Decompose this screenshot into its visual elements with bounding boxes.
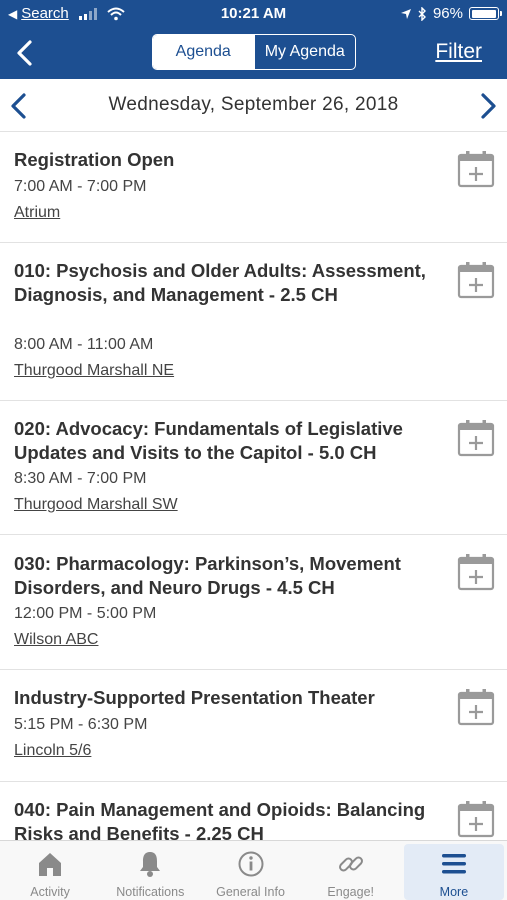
tab-label: Activity xyxy=(30,885,70,899)
session-time: 12:00 PM - 5:00 PM xyxy=(14,605,157,622)
session-item[interactable]: 030: Pharmacology: Parkinson’s, Movement… xyxy=(0,535,507,670)
session-room-link[interactable]: Atrium xyxy=(14,204,60,222)
session-title: 030: Pharmacology: Parkinson’s, Movement… xyxy=(14,553,401,598)
next-day-chevron-icon[interactable] xyxy=(477,92,499,120)
status-bar: ◀ Search 10:21 AM 96% xyxy=(0,0,507,28)
tab-label: Engage! xyxy=(327,885,374,899)
session-title: Registration Open xyxy=(14,149,175,170)
agenda-segmented-control: Agenda My Agenda xyxy=(152,34,356,70)
session-room-link[interactable]: Thurgood Marshall SW xyxy=(14,496,178,514)
session-time: 8:00 AM - 11:00 AM xyxy=(14,336,154,353)
tab-bar: Activity Notifications General Info Enga… xyxy=(0,840,507,900)
session-title: 010: Psychosis and Older Adults: Assessm… xyxy=(14,260,426,305)
session-item[interactable]: 040: Pain Management and Opioids: Balanc… xyxy=(0,782,507,840)
segment-agenda[interactable]: Agenda xyxy=(153,35,254,69)
tab-label: More xyxy=(439,885,469,899)
session-time: 5:15 PM - 6:30 PM xyxy=(14,716,148,733)
battery-icon xyxy=(469,7,502,20)
bluetooth-icon xyxy=(418,6,426,21)
tab-notifications[interactable]: Notifications xyxy=(100,841,200,900)
session-title: 020: Advocacy: Fundamentals of Legislati… xyxy=(14,418,403,463)
link-icon xyxy=(338,856,363,872)
menu-icon xyxy=(441,854,466,874)
bell-icon xyxy=(140,852,161,877)
current-date-label: Wednesday, September 26, 2018 xyxy=(108,94,399,115)
segment-my-agenda[interactable]: My Agenda xyxy=(253,35,356,69)
back-chevron-icon[interactable] xyxy=(12,38,40,68)
tab-more[interactable]: More xyxy=(403,844,505,900)
add-to-calendar-icon[interactable] xyxy=(457,261,495,299)
tab-activity[interactable]: Activity xyxy=(0,841,100,900)
add-to-calendar-icon[interactable] xyxy=(457,688,495,726)
session-list: Registration Open 7:00 AM - 7:00 PM Atri… xyxy=(0,132,507,840)
session-room-link[interactable]: Lincoln 5/6 xyxy=(14,742,91,760)
add-to-calendar-icon[interactable] xyxy=(457,419,495,457)
add-to-calendar-icon[interactable] xyxy=(457,150,495,188)
battery-percent: 96% xyxy=(432,5,463,22)
session-title: 040: Pain Management and Opioids: Balanc… xyxy=(14,799,426,840)
session-item[interactable]: 020: Advocacy: Fundamentals of Legislati… xyxy=(0,401,507,535)
filter-button[interactable]: Filter xyxy=(435,40,482,64)
home-icon xyxy=(39,853,62,876)
session-title: Industry-Supported Presentation Theater xyxy=(14,687,375,708)
tab-engage[interactable]: Engage! xyxy=(301,841,401,900)
tab-general-info[interactable]: General Info xyxy=(200,841,300,900)
session-item[interactable]: Industry-Supported Presentation Theater … xyxy=(0,670,507,782)
session-item[interactable]: 010: Psychosis and Older Adults: Assessm… xyxy=(0,243,507,401)
session-time: 8:30 AM - 7:00 PM xyxy=(14,470,147,487)
session-room-link[interactable]: Thurgood Marshall NE xyxy=(14,362,174,380)
add-to-calendar-icon[interactable] xyxy=(457,800,495,838)
session-item[interactable]: Registration Open 7:00 AM - 7:00 PM Atri… xyxy=(0,132,507,243)
add-to-calendar-icon[interactable] xyxy=(457,553,495,591)
info-icon xyxy=(238,851,263,877)
tab-label: Notifications xyxy=(116,885,185,899)
location-arrow-icon xyxy=(400,8,411,19)
tab-label: General Info xyxy=(216,885,285,899)
session-time: 7:00 AM - 7:00 PM xyxy=(14,178,147,195)
navigation-bar: Agenda My Agenda Filter xyxy=(0,28,507,79)
date-header: Wednesday, September 26, 2018 xyxy=(0,79,507,132)
session-room-link[interactable]: Wilson ABC xyxy=(14,631,98,649)
